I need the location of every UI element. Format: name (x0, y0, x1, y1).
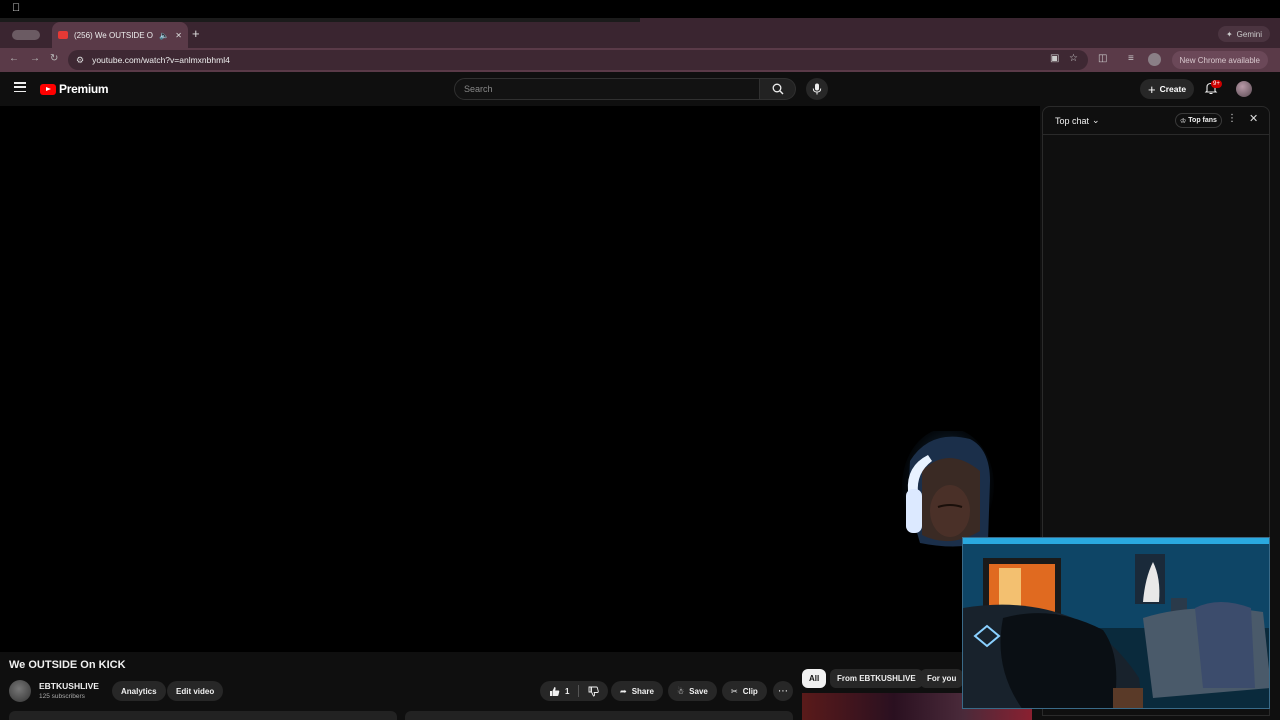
plus-icon: + (1148, 81, 1156, 97)
video-player[interactable] (0, 106, 1040, 652)
gemini-button[interactable]: ✦ Gemini (1217, 26, 1270, 42)
tab-title: (256) We OUTSIDE On KICK (74, 30, 153, 40)
bookmark-icon: ☃ (677, 686, 685, 696)
chip-for-you[interactable]: For you (920, 669, 964, 688)
install-app-icon[interactable]: ▣ (1050, 53, 1059, 64)
description-box[interactable] (9, 711, 397, 720)
browser-toolbar: ← → ↻ ⚙ youtube.com/watch?v=anlmxnbhml4 … (0, 48, 1280, 72)
channel-name[interactable]: EBTKUSHLIVE (39, 681, 99, 691)
chat-mode-dropdown[interactable]: Top chat ⌄ (1055, 115, 1100, 126)
chevron-down-icon: ⌄ (1092, 115, 1100, 125)
search-icon (772, 83, 783, 95)
youtube-favicon-icon (58, 31, 68, 39)
search-button[interactable] (760, 78, 796, 100)
back-icon[interactable]: ← (9, 53, 19, 64)
macos-menu-bar:  (0, 0, 1280, 18)
subscriber-count: 125 subscribers (39, 693, 85, 700)
chat-mode-label: Top chat (1055, 115, 1090, 126)
edit-video-button[interactable]: Edit video (167, 681, 224, 701)
search-input-wrapper (454, 78, 760, 100)
crown-icon: ♔ (1180, 117, 1187, 125)
extensions-icon[interactable]: ≡ (1128, 53, 1134, 64)
youtube-logo[interactable]: Premium (40, 82, 109, 96)
video-title: We OUTSIDE On KICK (9, 659, 126, 671)
save-label: Save (689, 686, 708, 696)
side-panel-icon[interactable]: ◫ (1098, 53, 1107, 64)
search-input[interactable] (455, 79, 759, 99)
sparkle-icon: ✦ (1225, 29, 1233, 39)
channel-avatar[interactable] (9, 680, 31, 702)
site-settings-icon[interactable]: ⚙ (76, 55, 84, 66)
clip-label: Clip (742, 686, 758, 696)
new-tab-button[interactable]: + (192, 26, 200, 41)
webcam-overlay-image (962, 537, 1270, 709)
clip-button[interactable]: ✂ Clip (722, 681, 767, 701)
menu-icon[interactable] (14, 82, 26, 93)
chip-from-channel[interactable]: From EBTKUSHLIVE (830, 669, 923, 688)
speaker-icon[interactable]: 🔈 (159, 31, 169, 40)
tab-group-pill[interactable] (12, 30, 40, 40)
like-dislike-group: 1 (540, 681, 609, 701)
close-tab-icon[interactable]: ✕ (175, 31, 182, 40)
thumbs-up-icon (550, 686, 560, 696)
save-button[interactable]: ☃ Save (668, 681, 717, 701)
scissors-icon: ✂ (731, 686, 738, 696)
gemini-label: Gemini (1236, 29, 1262, 39)
browser-tab-strip: (256) We OUTSIDE On KICK 🔈 ✕ + ✦ Gemini (0, 18, 1280, 48)
account-avatar[interactable] (1236, 81, 1252, 97)
address-bar[interactable]: ⚙ youtube.com/watch?v=anlmxnbhml4 (68, 50, 1088, 70)
streamer-facecam-image (902, 431, 994, 547)
share-label: Share (631, 686, 654, 696)
url-text: youtube.com/watch?v=anlmxnbhml4 (92, 55, 230, 65)
youtube-play-icon (40, 83, 56, 95)
notification-count-badge: 9+ (1211, 80, 1222, 88)
forward-icon[interactable]: → (30, 53, 40, 64)
top-fans-button[interactable]: ♔ Top fans (1175, 113, 1222, 128)
chat-header: Top chat ⌄ ♔ Top fans ⋮ ✕ (1043, 107, 1269, 135)
reload-icon[interactable]: ↻ (50, 53, 58, 64)
close-icon[interactable]: ✕ (1249, 112, 1258, 125)
browser-tab-active[interactable]: (256) We OUTSIDE On KICK 🔈 ✕ (52, 22, 188, 48)
more-options-icon[interactable]: ⋮ (1227, 113, 1237, 124)
create-label: Create (1159, 84, 1187, 94)
create-button[interactable]: + Create (1140, 79, 1195, 99)
analytics-button[interactable]: Analytics (112, 681, 166, 701)
bookmark-star-icon[interactable]: ☆ (1069, 53, 1078, 64)
new-chrome-available-button[interactable]: New Chrome available (1171, 51, 1268, 69)
more-actions-button[interactable]: ⋯ (773, 681, 793, 701)
more-horizontal-icon: ⋯ (778, 685, 788, 697)
share-icon: ➦ (620, 686, 627, 696)
youtube-masthead: Premium + Create 9+ (0, 72, 1280, 106)
like-count: 1 (565, 686, 570, 696)
room-scene-image (963, 538, 1269, 708)
share-button[interactable]: ➦ Share (611, 681, 663, 701)
brand-label: Premium (59, 82, 109, 96)
comments-box[interactable] (405, 711, 793, 720)
thumbs-down-icon (589, 686, 600, 696)
apple-logo-icon[interactable]:  (12, 2, 20, 14)
like-button[interactable]: 1 (540, 681, 578, 701)
dislike-button[interactable] (579, 681, 608, 701)
top-fans-label: Top fans (1188, 117, 1217, 124)
voice-search-button[interactable] (806, 78, 828, 100)
microphone-icon (812, 83, 822, 95)
profile-avatar[interactable] (1148, 53, 1161, 66)
chip-all[interactable]: All (802, 669, 827, 688)
